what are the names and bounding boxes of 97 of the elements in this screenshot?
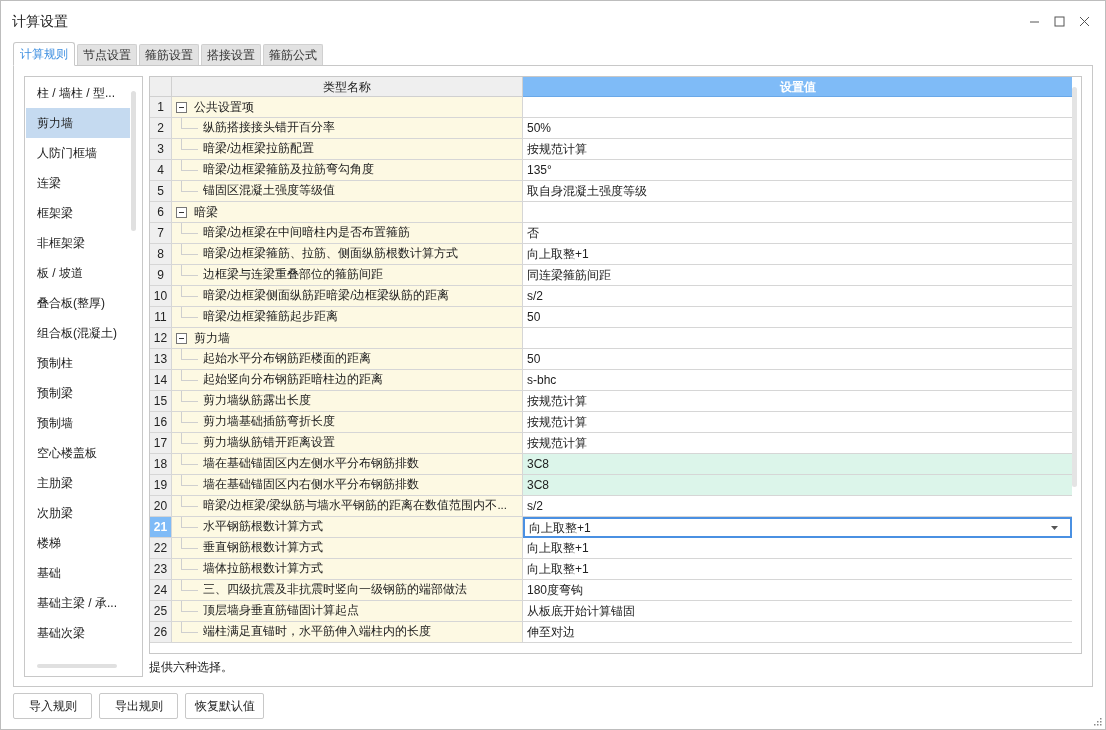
category-item[interactable]: 预制柱 bbox=[26, 348, 130, 378]
category-item[interactable]: 次肋梁 bbox=[26, 498, 130, 528]
group-label: 暗梁 bbox=[194, 204, 218, 221]
tab[interactable]: 节点设置 bbox=[77, 44, 137, 65]
setting-name: 暗梁/边框梁拉筋配置 bbox=[203, 141, 315, 157]
value-cell[interactable]: 180度弯钩 bbox=[523, 580, 1072, 601]
hint-text: 提供六种选择。 bbox=[149, 659, 234, 676]
row-number[interactable]: 18 bbox=[150, 454, 172, 475]
category-item[interactable]: 框架梁 bbox=[26, 198, 130, 228]
category-item[interactable]: 剪力墙 bbox=[26, 108, 130, 138]
row-number[interactable]: 16 bbox=[150, 412, 172, 433]
row-number[interactable]: 6 bbox=[150, 202, 172, 223]
value-cell[interactable]: 同连梁箍筋间距 bbox=[523, 265, 1072, 286]
row-number[interactable]: 7 bbox=[150, 223, 172, 244]
row-number[interactable]: 14 bbox=[150, 370, 172, 391]
setting-name: 边框梁与连梁重叠部位的箍筋间距 bbox=[203, 267, 383, 283]
row-number[interactable]: 9 bbox=[150, 265, 172, 286]
group-label: 剪力墙 bbox=[194, 330, 230, 347]
row-number[interactable]: 20 bbox=[150, 496, 172, 517]
row-number[interactable]: 19 bbox=[150, 475, 172, 496]
row-number[interactable]: 10 bbox=[150, 286, 172, 307]
setting-name: 起始水平分布钢筋距楼面的距离 bbox=[203, 351, 371, 367]
resize-grip-icon[interactable] bbox=[1094, 718, 1102, 726]
setting-name: 墙在基础锚固区内右侧水平分布钢筋排数 bbox=[203, 477, 419, 493]
setting-name: 纵筋搭接接头错开百分率 bbox=[203, 120, 335, 136]
category-item[interactable]: 空心楼盖板 bbox=[26, 438, 130, 468]
row-number[interactable]: 5 bbox=[150, 181, 172, 202]
setting-name: 暗梁/边框梁箍筋、拉筋、侧面纵筋根数计算方式 bbox=[203, 246, 459, 262]
action-button[interactable]: 导入规则 bbox=[13, 693, 92, 719]
scrollbar[interactable] bbox=[131, 91, 136, 231]
category-item[interactable]: 板 / 坡道 bbox=[26, 258, 130, 288]
maximize-icon[interactable] bbox=[1054, 15, 1065, 27]
value-cell[interactable]: 取自身混凝土强度等级 bbox=[523, 181, 1072, 202]
category-item[interactable]: 基础主梁 / 承... bbox=[26, 588, 130, 618]
category-item[interactable]: 基础 bbox=[26, 558, 130, 588]
setting-name: 三、四级抗震及非抗震时竖向一级钢筋的端部做法 bbox=[203, 582, 467, 598]
group-label: 公共设置项 bbox=[194, 99, 254, 116]
category-item[interactable]: 预制墙 bbox=[26, 408, 130, 438]
value-cell[interactable]: 3C8 bbox=[523, 475, 1072, 496]
row-number[interactable]: 26 bbox=[150, 622, 172, 643]
category-item[interactable]: 组合板(混凝土) bbox=[26, 318, 130, 348]
tab[interactable]: 搭接设置 bbox=[201, 44, 261, 65]
scrollbar[interactable] bbox=[1072, 87, 1077, 487]
value-dropdown[interactable]: 向上取整+1 bbox=[523, 517, 1072, 538]
action-button[interactable]: 导出规则 bbox=[99, 693, 178, 719]
setting-name: 水平钢筋根数计算方式 bbox=[203, 519, 323, 535]
row-number[interactable]: 3 bbox=[150, 139, 172, 160]
setting-name: 墙在基础锚固区内左侧水平分布钢筋排数 bbox=[203, 456, 419, 472]
category-item[interactable]: 主肋梁 bbox=[26, 468, 130, 498]
category-item[interactable]: 人防门框墙 bbox=[26, 138, 130, 168]
row-number[interactable]: 2 bbox=[150, 118, 172, 139]
category-item[interactable]: 非框架梁 bbox=[26, 228, 130, 258]
tab[interactable]: 计算规则 bbox=[13, 42, 75, 66]
row-number[interactable]: 23 bbox=[150, 559, 172, 580]
row-number[interactable]: 12 bbox=[150, 328, 172, 349]
row-number[interactable]: 15 bbox=[150, 391, 172, 412]
tab[interactable]: 箍筋设置 bbox=[139, 44, 199, 65]
setting-name: 墙体拉筋根数计算方式 bbox=[203, 561, 323, 577]
row-number[interactable]: 11 bbox=[150, 307, 172, 328]
setting-name: 暗梁/边框梁箍筋及拉筋弯勾角度 bbox=[203, 162, 375, 178]
row-number[interactable]: 25 bbox=[150, 601, 172, 622]
category-item[interactable]: 叠合板(整厚) bbox=[26, 288, 130, 318]
value-cell[interactable]: 3C8 bbox=[523, 454, 1072, 475]
setting-name: 剪力墙纵筋露出长度 bbox=[203, 393, 311, 409]
setting-name: 顶层墙身垂直筋锚固计算起点 bbox=[203, 603, 359, 619]
setting-name: 起始竖向分布钢筋距暗柱边的距离 bbox=[203, 372, 383, 388]
column-header[interactable]: 类型名称 bbox=[172, 77, 523, 97]
setting-name: 暗梁/边框梁/梁纵筋与墙水平钢筋的距离在数值范围内不... bbox=[203, 498, 507, 514]
row-number[interactable]: 22 bbox=[150, 538, 172, 559]
row-number[interactable]: 13 bbox=[150, 349, 172, 370]
setting-name: 剪力墙基础插筋弯折长度 bbox=[203, 414, 335, 430]
category-item[interactable]: 楼梯 bbox=[26, 528, 130, 558]
category-item[interactable]: 连梁 bbox=[26, 168, 130, 198]
setting-name: 垂直钢筋根数计算方式 bbox=[203, 540, 323, 556]
row-number[interactable]: 24 bbox=[150, 580, 172, 601]
category-item[interactable]: 柱 / 墙柱 / 型... bbox=[26, 78, 130, 108]
close-icon[interactable] bbox=[1079, 15, 1090, 27]
collapse-icon[interactable] bbox=[176, 332, 187, 344]
row-number[interactable]: 1 bbox=[150, 97, 172, 118]
setting-name: 暗梁/边框梁箍筋起步距离 bbox=[203, 309, 339, 325]
action-button[interactable]: 恢复默认值 bbox=[185, 693, 264, 719]
row-number[interactable]: 4 bbox=[150, 160, 172, 181]
tab[interactable]: 箍筋公式 bbox=[263, 44, 323, 65]
row-number[interactable]: 17 bbox=[150, 433, 172, 454]
category-item[interactable]: 基础次梁 bbox=[26, 618, 130, 648]
setting-name: 锚固区混凝土强度等级值 bbox=[203, 183, 335, 199]
collapse-icon[interactable] bbox=[176, 206, 187, 218]
setting-name: 暗梁/边框梁在中间暗柱内是否布置箍筋 bbox=[203, 225, 411, 241]
value-cell[interactable]: 从板底开始计算锚固 bbox=[523, 601, 1072, 622]
setting-name: 端柱满足直锚时，水平筋伸入端柱内的长度 bbox=[203, 624, 431, 640]
dropdown-caret-icon bbox=[1051, 525, 1058, 530]
window-title: 计算设置 bbox=[12, 11, 68, 31]
setting-name: 剪力墙纵筋错开距离设置 bbox=[203, 435, 335, 451]
category-item[interactable]: 预制梁 bbox=[26, 378, 130, 408]
row-number[interactable]: 8 bbox=[150, 244, 172, 265]
setting-name: 暗梁/边框梁侧面纵筋距暗梁/边框梁纵筋的距离 bbox=[203, 288, 450, 304]
collapse-icon[interactable] bbox=[176, 101, 187, 113]
